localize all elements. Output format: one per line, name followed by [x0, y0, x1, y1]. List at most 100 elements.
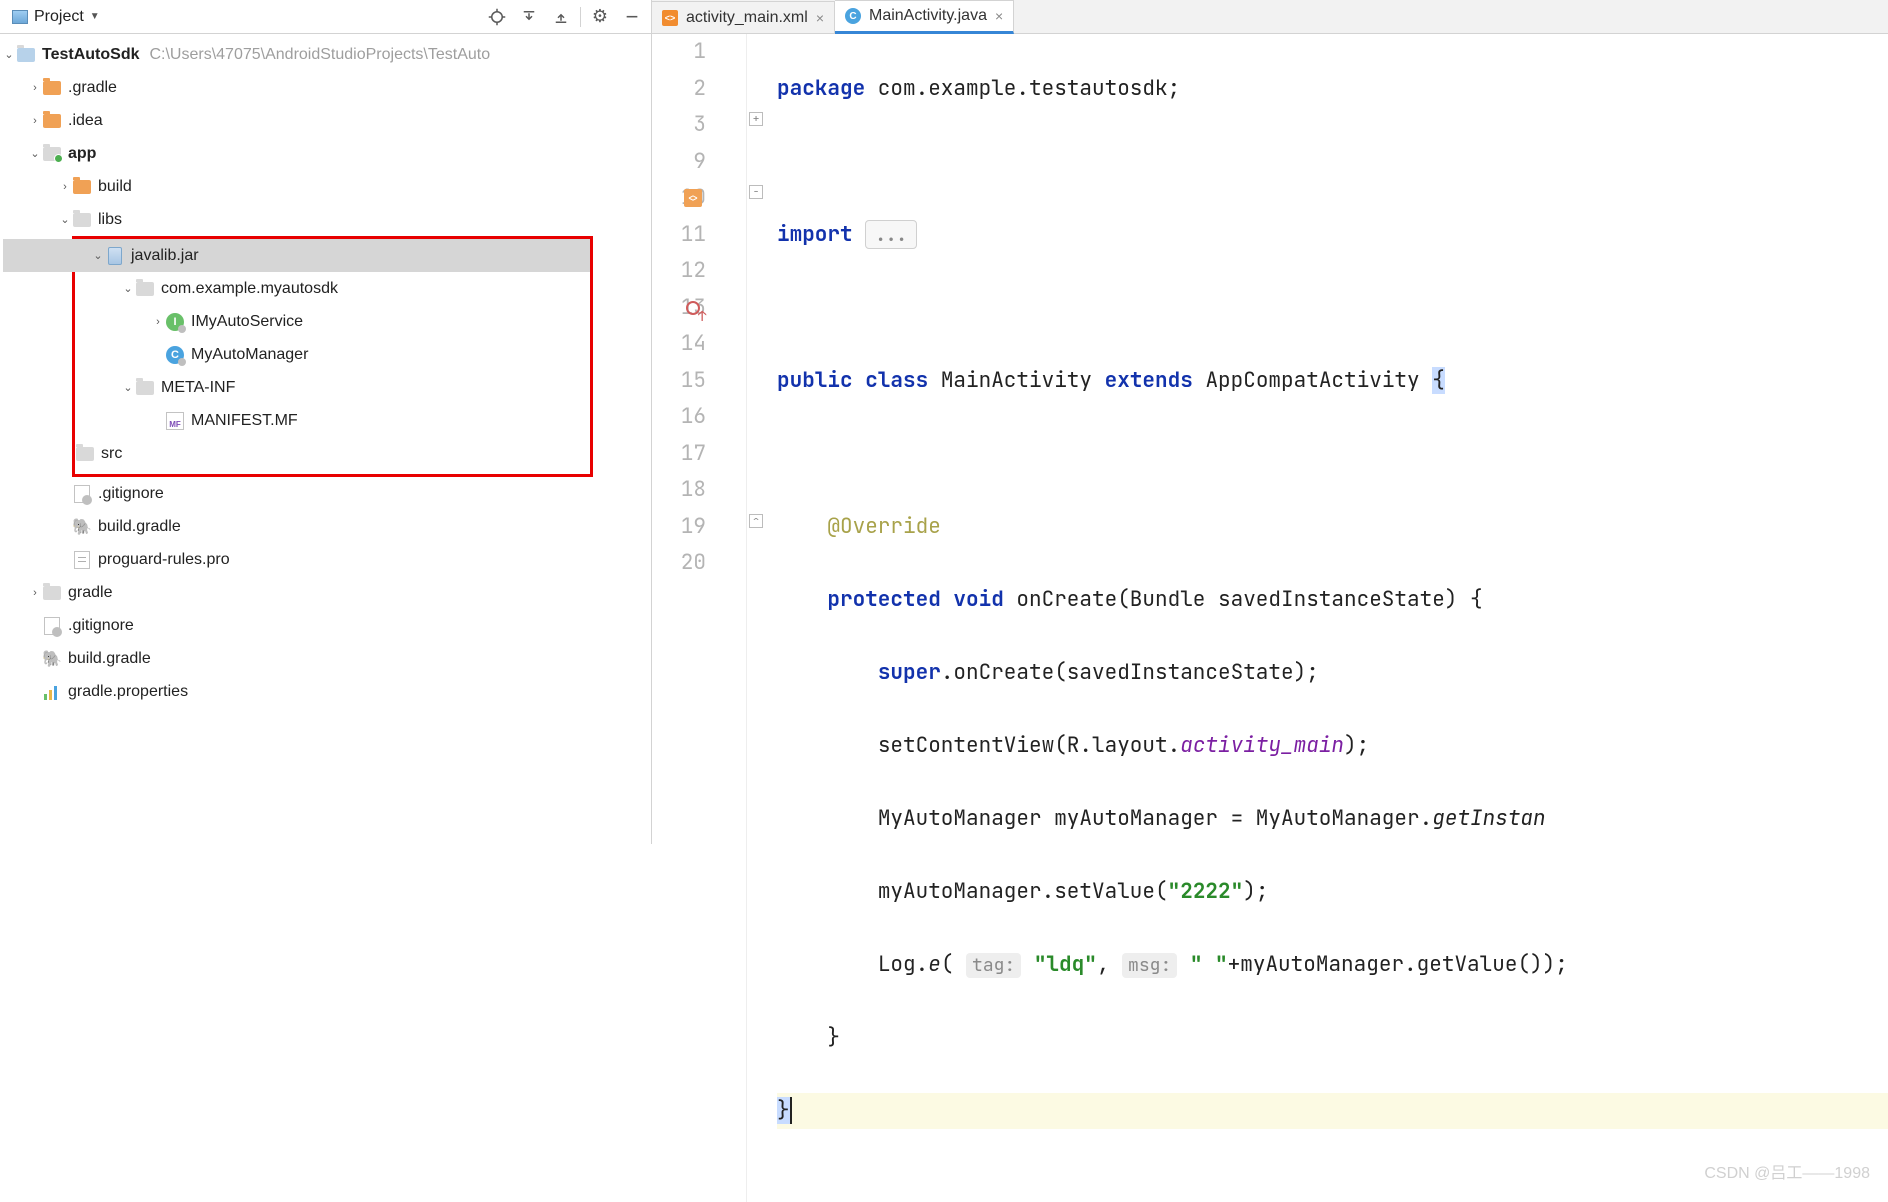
tree-path: C:\Users\47075\AndroidStudioProjects\Tes… — [149, 46, 490, 64]
tree-item[interactable]: ⌄app — [0, 137, 651, 170]
line-number: 3 — [652, 107, 706, 144]
override-icon[interactable] — [684, 299, 702, 317]
line-number: 14 — [652, 326, 706, 363]
line-number: 13 — [652, 290, 706, 327]
line-number: 18 — [652, 472, 706, 509]
tree-item[interactable]: ·🐘build.gradle — [0, 510, 651, 543]
tab-java[interactable]: C MainActivity.java × — [835, 0, 1014, 34]
caret — [790, 1097, 792, 1124]
tree-label: com.example.myautosdk — [161, 280, 338, 298]
tree-item[interactable]: ·gradle.properties — [0, 675, 651, 708]
fold-plus-icon[interactable]: + — [749, 112, 763, 126]
tree-item[interactable]: ›.gradle — [0, 71, 651, 104]
line-number: 15 — [652, 363, 706, 400]
tree-label: app — [68, 145, 96, 163]
file-icon — [74, 551, 90, 569]
gitignore-icon — [44, 617, 60, 635]
gradle-icon: 🐘 — [42, 650, 62, 668]
tree-item[interactable]: ·MFMANIFEST.MF — [3, 404, 590, 437]
tree-item[interactable]: ·proguard-rules.pro — [0, 543, 651, 576]
fold-column: + − ⌃ — [747, 34, 769, 1202]
folded-region[interactable]: ... — [865, 220, 917, 249]
tree-item[interactable]: ›IIMyAutoService — [3, 305, 590, 338]
tree-item[interactable]: ›build — [0, 170, 651, 203]
java-icon: C — [845, 8, 861, 24]
highlight-box: ⌄javalib.jar ⌄com.example.myautosdk ›IIM… — [72, 236, 593, 477]
minimize-icon[interactable]: − — [619, 4, 645, 30]
project-dropdown[interactable]: Project ▼ — [6, 6, 106, 28]
tree-label: libs — [98, 211, 122, 229]
code-editor[interactable]: 1 2 3 9 10<> 11 12 13 14 15 16 17 18 19 … — [652, 34, 1888, 1202]
line-number: 12 — [652, 253, 706, 290]
manifest-icon: MF — [166, 412, 184, 430]
line-number: 19 — [652, 509, 706, 546]
tree-label: MANIFEST.MF — [191, 412, 298, 430]
properties-icon — [44, 684, 60, 700]
tree-item[interactable]: ⌄com.example.myautosdk — [3, 272, 590, 305]
tree-label: .gitignore — [98, 485, 164, 503]
tree-item[interactable]: ·.gitignore — [0, 609, 651, 642]
editor-tabs: <> activity_main.xml × C MainActivity.ja… — [652, 0, 1888, 34]
tab-label: activity_main.xml — [686, 9, 808, 27]
project-panel: Project ▼ ⚙ − ⌄ TestAutoSdk C:\Users\470… — [0, 0, 652, 844]
gradle-icon: 🐘 — [72, 518, 92, 536]
watermark: CSDN @吕工——1998 — [1704, 1156, 1870, 1193]
tree-label: build.gradle — [98, 518, 181, 536]
line-number: 11 — [652, 217, 706, 254]
tree-label: build — [98, 178, 132, 196]
gear-icon[interactable]: ⚙ — [587, 4, 613, 30]
param-hint: tag: — [966, 953, 1021, 978]
line-number: 1 — [652, 34, 706, 71]
tree-item[interactable]: ·CMyAutoManager — [3, 338, 590, 371]
gitignore-icon — [74, 485, 90, 503]
line-gutter: 1 2 3 9 10<> 11 12 13 14 15 16 17 18 19 … — [652, 34, 747, 1202]
project-tree: ⌄ TestAutoSdk C:\Users\47075\AndroidStud… — [0, 34, 651, 844]
interface-icon: I — [166, 313, 184, 331]
project-title: Project — [34, 8, 84, 26]
line-number: 2 — [652, 71, 706, 108]
tree-item[interactable]: ·🐘build.gradle — [0, 642, 651, 675]
expand-down-icon[interactable] — [516, 4, 542, 30]
tree-item[interactable]: ·.gitignore — [0, 477, 651, 510]
tab-label: MainActivity.java — [869, 7, 987, 25]
tree-item-selected[interactable]: ⌄javalib.jar — [3, 239, 590, 272]
project-header: Project ▼ ⚙ − — [0, 0, 651, 34]
code-area[interactable]: package com.example.testautosdk; import … — [769, 34, 1888, 1202]
collapse-up-icon[interactable] — [548, 4, 574, 30]
line-number: 10<> — [652, 180, 706, 217]
close-icon[interactable]: × — [816, 10, 824, 26]
tree-item[interactable]: ⌄libs — [0, 203, 651, 236]
xml-icon: <> — [662, 10, 678, 26]
line-number: 20 — [652, 545, 706, 582]
tree-root[interactable]: ⌄ TestAutoSdk C:\Users\47075\AndroidStud… — [0, 38, 651, 71]
tree-label: MyAutoManager — [191, 346, 308, 364]
tree-item[interactable]: ·src — [3, 437, 590, 470]
target-icon[interactable] — [484, 4, 510, 30]
tree-label: .gradle — [68, 79, 117, 97]
class-icon: C — [166, 346, 184, 364]
line-number: 17 — [652, 436, 706, 473]
fold-end-icon[interactable]: ⌃ — [749, 514, 763, 528]
tree-item[interactable]: ›.idea — [0, 104, 651, 137]
tree-label: gradle.properties — [68, 683, 188, 701]
divider — [580, 7, 581, 27]
editor-panel: <> activity_main.xml × C MainActivity.ja… — [652, 0, 1888, 844]
tree-label: gradle — [68, 584, 112, 602]
chevron-down-icon: ▼ — [90, 11, 100, 22]
tree-item[interactable]: ›gradle — [0, 576, 651, 609]
tree-label: proguard-rules.pro — [98, 551, 230, 569]
close-icon[interactable]: × — [995, 8, 1003, 24]
tree-label: .gitignore — [68, 617, 134, 635]
tree-label: TestAutoSdk — [42, 46, 139, 64]
tree-label: .idea — [68, 112, 103, 130]
tree-label: META-INF — [161, 379, 235, 397]
tree-item[interactable]: ⌄META-INF — [3, 371, 590, 404]
tree-label: javalib.jar — [131, 247, 199, 265]
tab-xml[interactable]: <> activity_main.xml × — [652, 1, 835, 33]
inspection-icon[interactable]: <> — [684, 189, 702, 207]
param-hint: msg: — [1122, 953, 1177, 978]
line-number: 16 — [652, 399, 706, 436]
project-icon — [12, 10, 28, 24]
line-number: 9 — [652, 144, 706, 181]
fold-minus-icon[interactable]: − — [749, 185, 763, 199]
